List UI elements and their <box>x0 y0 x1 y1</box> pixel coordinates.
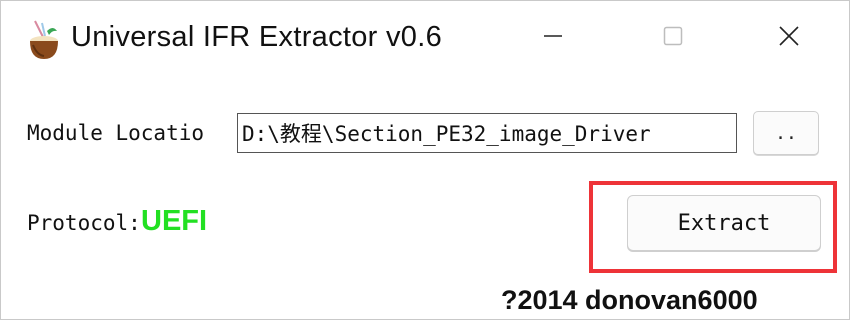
minimize-button[interactable] <box>521 13 585 63</box>
browse-button[interactable]: .. <box>753 111 819 155</box>
extract-button[interactable]: Extract <box>627 195 821 251</box>
app-window: Universal IFR Extractor v0.6 Module Loca… <box>0 0 850 320</box>
close-icon <box>778 25 800 52</box>
minimize-icon <box>543 26 563 51</box>
protocol-label: Protocol: <box>27 211 141 235</box>
protocol-value: UEFI <box>141 205 208 237</box>
copyright-text: ?2014 donovan6000 <box>501 285 758 315</box>
window-title: Universal IFR Extractor v0.6 <box>71 21 442 53</box>
title-bar[interactable]: Universal IFR Extractor v0.6 <box>1 1 849 81</box>
maximize-button[interactable] <box>641 13 705 63</box>
coconut-drink-icon <box>27 19 61 61</box>
module-location-label: Module Locatio <box>27 121 205 145</box>
module-path-input[interactable]: D:\教程\Section_PE32_image_Driver <box>237 113 737 153</box>
close-button[interactable] <box>757 13 821 63</box>
maximize-icon <box>663 26 683 51</box>
